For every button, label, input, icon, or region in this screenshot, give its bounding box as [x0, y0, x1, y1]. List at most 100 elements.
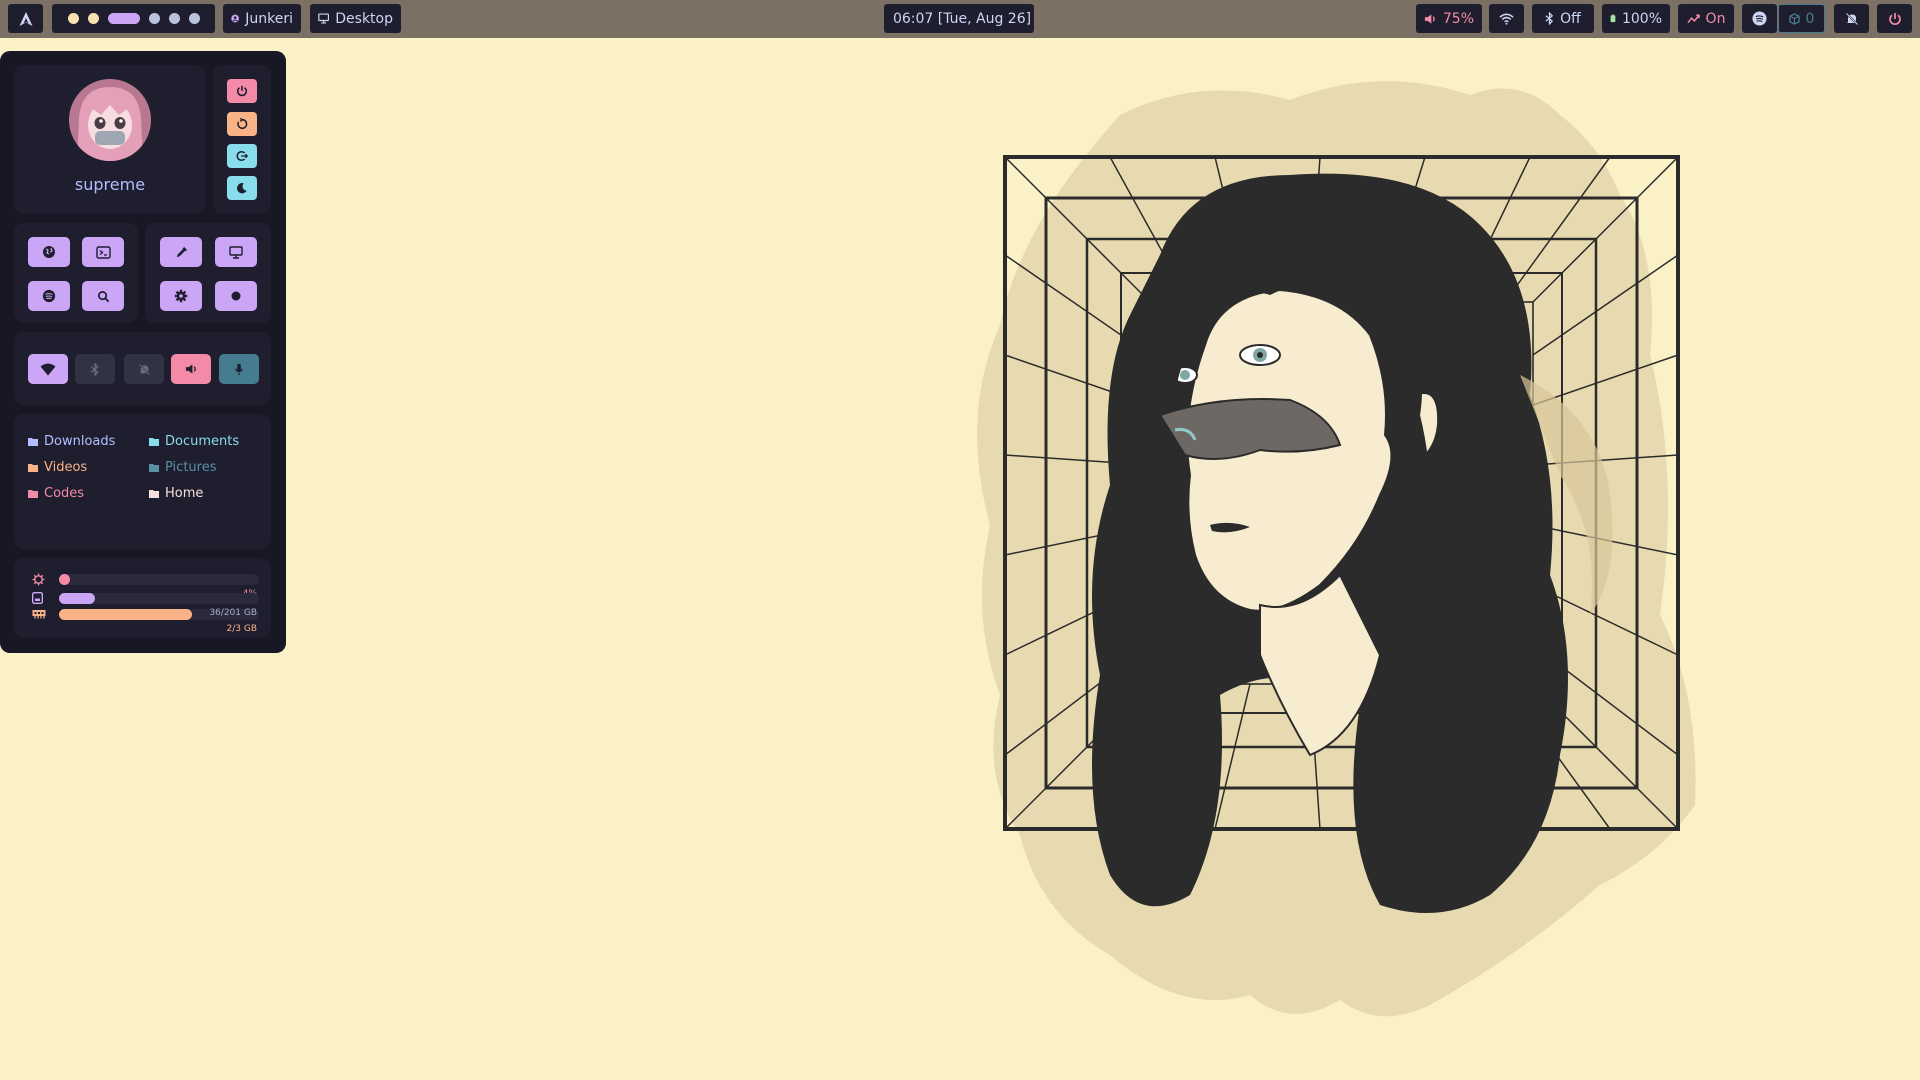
picker-icon	[176, 246, 187, 257]
top-bar: Junkeri Desktop 06:07 [Tue, Aug 26] 75%	[0, 0, 1920, 38]
wifi-icon	[40, 363, 56, 375]
volume-button[interactable]: 75%	[1416, 4, 1482, 33]
folder-icon	[149, 490, 159, 498]
logout-button[interactable]	[227, 144, 257, 168]
folder-downloads[interactable]: Downloads	[28, 434, 115, 449]
folder-icon	[149, 438, 159, 446]
folder-icon	[28, 464, 38, 472]
disk-meter-label: 36/201 GB	[209, 608, 257, 618]
folder-videos[interactable]: Videos	[28, 460, 87, 475]
notifications-button[interactable]	[1834, 4, 1869, 33]
workspace-6[interactable]	[188, 13, 200, 24]
search-icon	[97, 290, 109, 302]
bell-off-icon	[1845, 12, 1858, 25]
spotify-button[interactable]	[1742, 4, 1777, 33]
window-title-button[interactable]: Desktop	[310, 4, 401, 33]
search-button[interactable]	[82, 281, 124, 311]
wallpaper-artwork	[977, 81, 1696, 1017]
spotify-icon	[1752, 11, 1767, 26]
disk-icon	[32, 592, 43, 604]
disk-meter-fill	[59, 593, 95, 604]
clock-button[interactable]: 06:07 [Tue, Aug 26]	[884, 4, 1034, 33]
browser-button[interactable]	[28, 237, 70, 267]
power-icon	[1888, 12, 1901, 25]
mic-toggle[interactable]	[219, 354, 259, 384]
display-button[interactable]	[215, 237, 257, 267]
folder-icon	[149, 464, 159, 472]
battery-icon	[1610, 14, 1616, 23]
bluetooth-toggle[interactable]	[75, 354, 115, 384]
network-icon	[1686, 14, 1700, 23]
workspace-2[interactable]	[87, 13, 99, 24]
power-button[interactable]	[227, 79, 257, 103]
user-icon	[231, 14, 239, 23]
volume-text: 75%	[1442, 10, 1474, 27]
wifi-toggle[interactable]	[28, 354, 68, 384]
bluetooth-icon	[1545, 12, 1554, 25]
volume-icon	[1424, 13, 1435, 24]
workspace-4[interactable]	[148, 13, 160, 24]
package-icon	[1788, 12, 1800, 25]
power-card	[213, 65, 271, 214]
clock-text: 06:07 [Tue, Aug 26]	[892, 10, 1032, 27]
gear-icon	[174, 289, 188, 303]
disk-meter-group: 36/201 GB	[14, 558, 271, 638]
folders-card: Downloads Documents Videos Pictures Code…	[14, 414, 271, 549]
workspaces	[52, 4, 215, 33]
settings-button[interactable]	[160, 281, 202, 311]
app-card-right	[145, 223, 271, 323]
terminal-button[interactable]	[82, 237, 124, 267]
folder-home[interactable]: Home	[149, 486, 203, 501]
monitor-icon	[318, 13, 330, 24]
window-label: Desktop	[335, 10, 393, 27]
bluetooth-icon	[90, 362, 99, 376]
network-status-button[interactable]: On	[1678, 4, 1734, 33]
profile-card: supreme	[14, 65, 206, 214]
folder-codes[interactable]: Codes	[28, 486, 84, 501]
user-button[interactable]: Junkeri	[223, 4, 301, 33]
wifi-icon	[1499, 13, 1514, 25]
app-card-left	[14, 223, 138, 323]
volume-toggle[interactable]	[171, 354, 211, 384]
workspace-3-active[interactable]	[107, 13, 140, 24]
user-label: Junkeri	[245, 10, 293, 27]
display-icon	[229, 245, 243, 259]
updates-count: 0	[1805, 10, 1815, 27]
folder-documents[interactable]: Documents	[149, 434, 239, 449]
battery-text: 100%	[1621, 10, 1662, 27]
reboot-button[interactable]	[227, 112, 257, 136]
wifi-button[interactable]	[1489, 4, 1524, 33]
notifications-toggle[interactable]	[124, 354, 164, 384]
launcher-button[interactable]	[8, 4, 43, 33]
record-icon	[231, 291, 241, 301]
sleep-button[interactable]	[227, 176, 257, 200]
folder-icon	[28, 490, 38, 498]
spotify-icon	[42, 289, 56, 303]
browser-icon	[43, 246, 55, 258]
network-status-text: On	[1705, 10, 1726, 27]
color-picker-button[interactable]	[160, 237, 202, 267]
username-label: supreme	[74, 175, 146, 194]
bluetooth-button[interactable]: Off	[1532, 4, 1594, 33]
toggles-card	[14, 332, 271, 405]
spotify-app-button[interactable]	[28, 281, 70, 311]
power-icon	[236, 85, 248, 97]
record-button[interactable]	[215, 281, 257, 311]
volume-icon	[185, 364, 196, 374]
moon-icon	[237, 183, 247, 194]
updates-button[interactable]: 0	[1778, 4, 1825, 33]
folder-icon	[28, 438, 38, 446]
mic-icon	[234, 363, 244, 375]
arch-logo-icon	[19, 11, 32, 26]
bluetooth-text: Off	[1560, 10, 1581, 27]
battery-button[interactable]: 100%	[1602, 4, 1670, 33]
bell-off-icon	[138, 363, 150, 375]
disk-meter	[59, 593, 259, 604]
reboot-icon	[237, 118, 248, 129]
folder-pictures[interactable]: Pictures	[149, 460, 216, 475]
workspace-1[interactable]	[67, 13, 79, 24]
power-menu-button[interactable]	[1877, 4, 1912, 33]
avatar[interactable]	[69, 79, 151, 161]
workspace-5[interactable]	[168, 13, 180, 24]
logout-icon	[236, 150, 248, 162]
